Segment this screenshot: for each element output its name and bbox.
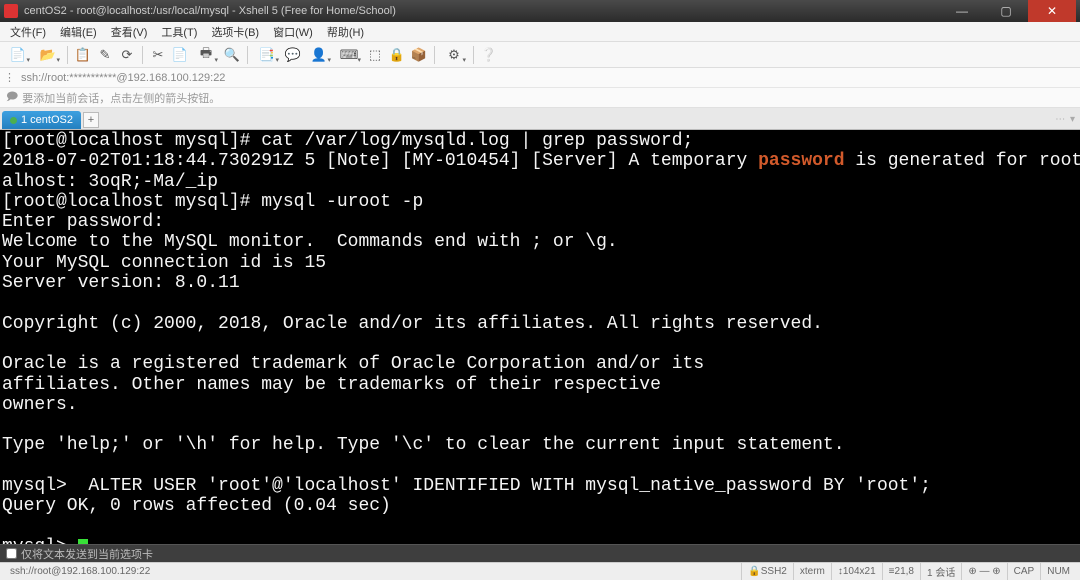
maximize-button[interactable]: ▢ [984,0,1028,22]
output-line: Oracle is a registered trademark of Orac… [2,354,704,374]
log-line: 2018-07-02T01:18:44.730291Z 5 [Note] [MY… [2,151,758,171]
hint-bar: 🗩 要添加当前会话，点击左侧的箭头按钮。 [0,88,1080,108]
separator-icon [434,46,435,64]
window-controls: — ▢ ✕ [940,0,1076,22]
highlight-match: password [758,151,844,171]
output-line: Your MySQL connection id is 15 [2,253,326,273]
status-size: ↕ 104x21 [831,563,882,580]
status-bar: ssh://root@192.168.100.129:22 🔒 SSH2 xte… [0,562,1080,580]
add-tab-button[interactable]: + [83,112,99,128]
status-capslock: CAP [1007,563,1041,580]
menu-file[interactable]: 文件(F) [4,22,52,42]
output-line: Server version: 8.0.11 [2,273,240,293]
tab-overflow-icon[interactable]: ⋯ ▾ [1055,114,1076,125]
status-term: xterm [793,563,831,580]
menu-edit[interactable]: 编辑(E) [54,22,103,42]
shell-prompt: [root@localhost mysql]# [2,131,261,151]
log-icon[interactable]: 📑 [253,45,281,65]
output-line: affiliates. Other names may be trademark… [2,375,661,395]
command-text: mysql -uroot -p [261,192,423,212]
profile-icon[interactable]: 👤 [305,45,333,65]
mysql-prompt: mysql> [2,476,88,496]
status-spacer: ⊕ — ⊕ [961,563,1006,580]
cut-icon[interactable]: ✂ [148,45,168,65]
minimize-button[interactable]: — [940,0,984,22]
status-cursor-text: 21,8 [895,566,914,577]
hint-text: 要添加当前会话，点击左侧的箭头按钮。 [22,90,220,106]
separator-icon [247,46,248,64]
menubar: 文件(F) 编辑(E) 查看(V) 工具(T) 选项卡(B) 窗口(W) 帮助(… [0,22,1080,42]
status-protocol: 🔒 SSH2 [741,563,793,580]
address-handle-icon: ⋮ [4,71,15,84]
session-tabstrip: 1 centOS2 + ⋯ ▾ [0,108,1080,130]
output-line: Query OK, 0 rows affected (0.04 sec) [2,496,391,516]
settings-icon[interactable]: ⚙ [440,45,468,65]
output-line: Copyright (c) 2000, 2018, Oracle and/or … [2,314,823,334]
menu-view[interactable]: 查看(V) [105,22,154,42]
window-title: centOS2 - root@localhost:/usr/local/mysq… [24,5,940,17]
status-cursor-pos: ≡ 21,8 [882,563,920,580]
shell-prompt: [root@localhost mysql]# [2,192,261,212]
reconnect-icon[interactable]: ⟳ [117,45,137,65]
new-session-icon[interactable]: 📄 [4,45,32,65]
send-current-tab-checkbox[interactable] [6,548,17,559]
output-line: owners. [2,395,78,415]
status-numlock: NUM [1040,563,1076,580]
menu-tabs[interactable]: 选项卡(B) [205,22,265,42]
address-text: ssh://root:***********@192.168.100.129:2… [21,72,225,84]
titlebar: centOS2 - root@localhost:/usr/local/mysq… [0,0,1080,22]
chat-icon[interactable]: 💬 [283,45,303,65]
close-button[interactable]: ✕ [1028,0,1076,22]
terminal-output[interactable]: [root@localhost mysql]# cat /var/log/mys… [0,130,1080,544]
menu-tools[interactable]: 工具(T) [155,22,203,42]
status-protocol-text: SSH2 [761,566,787,577]
output-line: Type 'help;' or '\h' for help. Type '\c'… [2,435,845,455]
paste-icon[interactable]: 📋 [73,45,93,65]
hint-icon: 🗩 [6,88,18,107]
keyboard-icon[interactable]: ⌨ [335,45,363,65]
session-tab-label: 1 centOS2 [21,114,73,126]
lock-icon[interactable]: 🔒 [387,45,407,65]
log-line: alhost: 3oqR;-Ma/_ip [2,172,218,192]
sql-command: ALTER USER 'root'@'localhost' IDENTIFIED… [88,476,931,496]
fullscreen-icon[interactable]: ⬚ [365,45,385,65]
send-current-tab-label: 仅将文本发送到当前选项卡 [21,546,153,562]
output-line: Enter password: [2,212,164,232]
status-sessions: 1 会话 [920,563,961,580]
copy-icon[interactable]: 📄 [170,45,190,65]
edit-icon[interactable]: ✎ [95,45,115,65]
status-size-text: 104x21 [843,566,876,577]
find-icon[interactable]: 🔍 [222,45,242,65]
menu-window[interactable]: 窗口(W) [267,22,319,42]
help-icon[interactable]: ❔ [479,45,499,65]
toolbar: 📄 📂 📋 ✎ ⟳ ✂ 📄 🖶 🔍 📑 💬 👤 ⌨ ⬚ 🔒 📦 ⚙ ❔ [0,42,1080,68]
command-text: cat /var/log/mysqld.log | grep password; [261,131,693,151]
connected-indicator-icon [10,117,17,124]
app-icon [4,4,18,18]
open-session-icon[interactable]: 📂 [34,45,62,65]
status-connection: ssh://root@192.168.100.129:22 [4,563,741,580]
output-line: Welcome to the MySQL monitor. Commands e… [2,232,618,252]
separator-icon [473,46,474,64]
print-icon[interactable]: 🖶 [192,45,220,65]
menu-help[interactable]: 帮助(H) [321,22,370,42]
mysql-prompt: mysql> [2,537,78,544]
package-icon[interactable]: 📦 [409,45,429,65]
separator-icon [142,46,143,64]
send-scope-bar: 仅将文本发送到当前选项卡 [0,544,1080,562]
log-line: is generated for root@loc [845,151,1080,171]
address-bar[interactable]: ⋮ ssh://root:***********@192.168.100.129… [0,68,1080,88]
separator-icon [67,46,68,64]
session-tab-active[interactable]: 1 centOS2 [2,111,81,129]
